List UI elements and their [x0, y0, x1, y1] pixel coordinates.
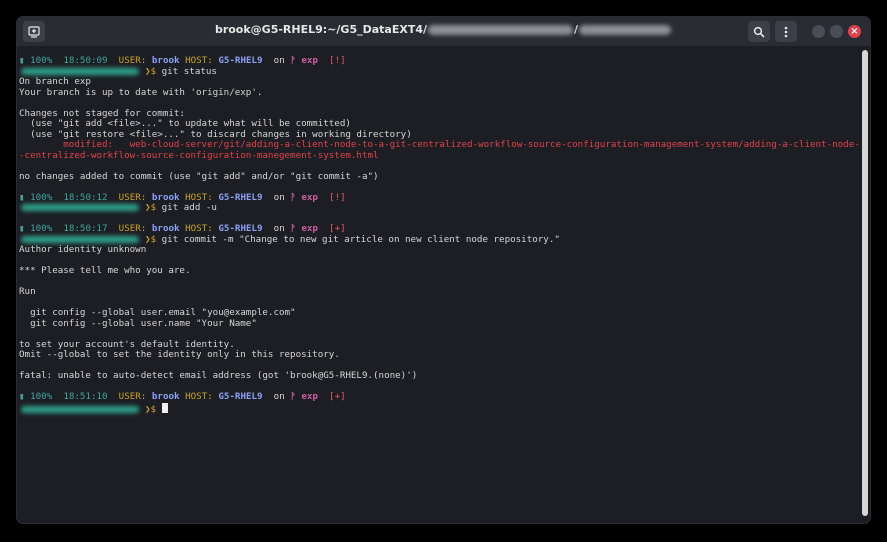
branch-name: exp — [301, 391, 318, 402]
git-status-flag: [+] — [329, 223, 346, 234]
user-name: brook — [151, 191, 180, 203]
battery-level: 100% — [30, 56, 53, 66]
host-name: G5-RHEL9 — [218, 391, 263, 402]
branch-name: exp — [301, 56, 318, 66]
battery-level: 100% — [30, 391, 53, 402]
command-line: ❯$ — [19, 402, 859, 415]
titlebar: brook@G5-RHEL9:~/G5_DataEXT4/ / × — [17, 17, 870, 46]
prompt-time: 18:50:17 — [63, 223, 108, 234]
redacted-path-2 — [579, 25, 672, 35]
git-status-flag: [!] — [329, 191, 346, 203]
host-name: G5-RHEL9 — [218, 56, 263, 66]
on-label: on — [273, 391, 285, 402]
output-line: Your branch is up to date with 'origin/e… — [19, 86, 263, 98]
minimize-button[interactable] — [812, 25, 825, 38]
on-label: on — [273, 191, 285, 203]
terminal-icon — [28, 25, 40, 38]
branch-icon: ᚹ — [290, 56, 296, 66]
branch-name: exp — [301, 191, 318, 203]
prompt-time: 18:50:12 — [63, 191, 108, 203]
output-line: no changes added to commit (use "git add… — [19, 170, 379, 182]
menu-button[interactable] — [775, 21, 797, 42]
host-label: HOST: — [185, 223, 213, 234]
branch-icon: ᚹ — [290, 391, 296, 402]
prompt-line: ▮ 100% 18:51:10 USER: brook HOST: G5-RHE… — [19, 391, 859, 403]
git-status-flag: [+] — [329, 391, 346, 402]
prompt-dollar: $ — [150, 233, 157, 245]
prompt-time: 18:51:10 — [63, 391, 108, 402]
command-text[interactable]: git add -u — [162, 202, 217, 213]
output-line: *** Please tell me who you are. — [19, 265, 191, 276]
command-text[interactable]: git status — [162, 66, 217, 77]
output-line: -centralized-workflow-source-configurati… — [19, 149, 379, 161]
redacted-cwd — [21, 67, 139, 75]
battery-level: 100% — [30, 191, 53, 203]
branch-name: exp — [301, 223, 318, 234]
battery-level: 100% — [30, 223, 53, 234]
prompt-time: 18:50:09 — [63, 56, 108, 66]
command-line: ❯$ git status — [19, 65, 859, 78]
user-label: USER: — [118, 56, 147, 66]
host-name: G5-RHEL9 — [218, 191, 263, 203]
host-name: G5-RHEL9 — [218, 223, 263, 234]
host-label: HOST: — [185, 191, 213, 203]
output-line: fatal: unable to auto-detect email addre… — [19, 370, 418, 381]
search-button[interactable] — [748, 21, 770, 42]
window-title: brook@G5-RHEL9:~/G5_DataEXT4/ / — [17, 23, 870, 36]
new-tab-button[interactable] — [23, 21, 45, 42]
user-name: brook — [151, 391, 180, 402]
output-line: (use "git add <file>..." to update what … — [19, 118, 351, 129]
output-line: On branch exp — [19, 76, 91, 87]
output-line: Run — [19, 286, 36, 297]
user-label: USER: — [118, 191, 147, 203]
output-line: Omit --global to set the identity only i… — [19, 349, 340, 360]
output-line: modified: web-cloud-server/git/adding-a-… — [19, 139, 859, 150]
output-line: Author identity unknown — [19, 244, 147, 255]
terminal-window: brook@G5-RHEL9:~/G5_DataEXT4/ / × ▮ 100% … — [17, 17, 870, 523]
user-name: brook — [151, 56, 180, 66]
maximize-button[interactable] — [830, 25, 843, 38]
redacted-path-1 — [428, 25, 574, 35]
battery-indicator: ▮ — [19, 223, 25, 234]
on-label: on — [273, 223, 285, 234]
battery-indicator: ▮ — [19, 391, 25, 402]
prompt-dollar: $ — [150, 65, 157, 77]
branch-icon: ᚹ — [290, 223, 296, 234]
title-path: brook@G5-RHEL9:~/G5_DataEXT4/ — [214, 23, 428, 36]
branch-icon: ᚹ — [290, 191, 296, 203]
user-label: USER: — [118, 223, 147, 234]
git-status-flag: [!] — [329, 56, 346, 66]
host-label: HOST: — [185, 56, 213, 66]
search-icon — [753, 26, 765, 38]
user-name: brook — [151, 223, 180, 234]
close-button[interactable]: × — [848, 25, 861, 38]
scrollbar[interactable] — [862, 50, 868, 516]
battery-indicator: ▮ — [19, 56, 25, 66]
prompt-dollar: $ — [150, 202, 157, 213]
redacted-cwd — [21, 235, 139, 243]
kebab-menu-icon — [784, 26, 788, 37]
command-text[interactable]: git commit -m "Change to new git article… — [162, 234, 560, 245]
title-separator: / — [574, 23, 579, 36]
cursor[interactable] — [161, 402, 168, 413]
on-label: on — [273, 56, 285, 66]
terminal-output[interactable]: ▮ 100% 18:50:09 USER: brook HOST: G5-RHE… — [19, 56, 859, 516]
battery-indicator: ▮ — [19, 191, 25, 203]
user-label: USER: — [118, 391, 147, 402]
output-line: git config --global user.name "Your Name… — [19, 317, 257, 329]
command-line: ❯$ git add -u — [19, 202, 859, 214]
redacted-cwd — [21, 405, 139, 413]
output-line: git config --global user.email "you@exam… — [19, 307, 296, 318]
redacted-cwd — [21, 204, 139, 211]
close-icon: × — [850, 26, 859, 37]
host-label: HOST: — [185, 391, 213, 402]
prompt-dollar: $ — [150, 403, 157, 415]
